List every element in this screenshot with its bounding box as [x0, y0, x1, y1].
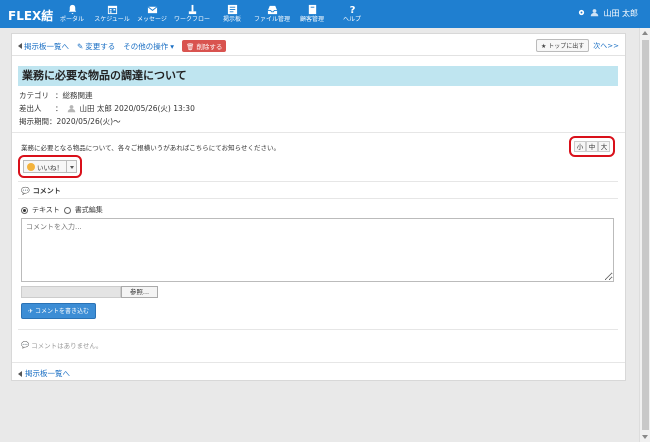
comments-icon: 💬: [21, 341, 30, 349]
bell-icon: [52, 2, 92, 16]
like-button[interactable]: いいね！: [23, 160, 67, 173]
category-value: ：総務関連: [55, 91, 93, 100]
no-comments-message: 💬 コメントはありません。: [21, 341, 103, 350]
scrollbar-thumb[interactable]: [642, 40, 649, 430]
edit-link[interactable]: ✎ 変更する: [77, 41, 115, 52]
comments-icon: 💬: [21, 187, 30, 195]
smile-icon: [27, 162, 35, 171]
divider: [18, 329, 618, 330]
back-to-list-link[interactable]: 掲示板一覧へ: [18, 41, 69, 52]
like-dropdown-toggle[interactable]: [67, 160, 77, 173]
post-detail-card: 掲示板一覧へ ✎ 変更する その他の操作 ▾ 🗑 削除する ★ トップに出す 次…: [11, 33, 626, 381]
text-mode-label[interactable]: テキスト: [32, 205, 60, 215]
nav-board[interactable]: 掲示板: [212, 2, 252, 26]
browse-button[interactable]: 参照...: [121, 286, 158, 298]
settings-icon[interactable]: [577, 8, 586, 19]
period-label: 掲示期間: [19, 117, 49, 126]
top-nav-bar: FLEX結 ポータル スケジュール メッセージ ワークフロー 掲示板 ファイル管…: [0, 0, 650, 28]
page-scrollbar[interactable]: [639, 28, 650, 442]
scroll-up-icon[interactable]: [642, 31, 648, 35]
nav-message[interactable]: メッセージ: [132, 2, 172, 26]
other-actions-dropdown[interactable]: その他の操作 ▾: [123, 41, 174, 52]
comment-section-heading: 💬 コメント: [21, 187, 61, 195]
caret-left-icon: [18, 43, 22, 49]
pin-to-top-button[interactable]: ★ トップに出す: [535, 39, 590, 52]
font-size-large-button[interactable]: 大: [598, 141, 610, 152]
period-value: ：2020/05/26(火)〜: [49, 117, 121, 126]
main-nav: ポータル スケジュール メッセージ ワークフロー 掲示板 ファイル管理 顧客管理…: [52, 2, 372, 26]
board-icon: [212, 2, 252, 16]
font-size-small-button[interactable]: 小: [574, 141, 586, 152]
question-icon: ?: [332, 2, 372, 16]
sender-label: 差出人: [19, 104, 42, 113]
send-icon: ✈: [28, 308, 34, 315]
nav-workflow[interactable]: ワークフロー: [172, 2, 212, 26]
text-mode-radio[interactable]: [21, 206, 28, 214]
scroll-down-icon[interactable]: [642, 435, 648, 439]
post-title-bar: 業務に必要な物品の調達について: [18, 66, 618, 86]
post-toolbar: 掲示板一覧へ ✎ 変更する その他の操作 ▾ 🗑 削除する ★ トップに出す 次…: [12, 34, 625, 56]
svg-text:?: ?: [349, 5, 355, 15]
comment-mode-selector: テキスト 書式編集: [21, 205, 103, 215]
font-size-medium-button[interactable]: 中: [586, 141, 598, 152]
book-icon: [292, 2, 332, 16]
rich-mode-label[interactable]: 書式編集: [75, 205, 103, 215]
brand-logo[interactable]: FLEX結: [8, 7, 53, 24]
font-size-switcher: 小 中 大: [569, 136, 615, 157]
delete-button[interactable]: 🗑 削除する: [182, 40, 227, 52]
calendar-icon: [92, 2, 132, 16]
like-control: いいね！: [18, 155, 82, 178]
back-to-list-link-bottom[interactable]: 掲示板一覧へ: [18, 368, 70, 379]
post-body: 業務に必要となる物品について、各々ご根横いうがあればこちらにてお知らせください。: [21, 144, 280, 152]
inbox-icon: [252, 2, 292, 16]
nav-portal[interactable]: ポータル: [52, 2, 92, 26]
next-post-link[interactable]: 次へ>>: [593, 41, 619, 51]
workflow-icon: [172, 2, 212, 16]
sender-value[interactable]: 山田 太郎 2020/05/26(火) 13:30: [80, 102, 195, 115]
attachment-path-field[interactable]: [21, 286, 121, 298]
user-menu[interactable]: 山田 太郎: [577, 8, 638, 19]
divider: [12, 362, 625, 363]
user-avatar-icon: [590, 8, 599, 19]
divider: [12, 132, 625, 133]
nav-customers[interactable]: 顧客管理: [292, 2, 332, 26]
chevron-down-icon: ▾: [170, 41, 175, 51]
envelope-icon: [132, 2, 172, 16]
nav-schedule[interactable]: スケジュール: [92, 2, 132, 26]
divider: [18, 181, 618, 182]
sender-avatar-icon: [67, 104, 76, 113]
comment-input[interactable]: [21, 218, 614, 282]
edit-icon: ✎: [77, 41, 84, 51]
divider: [18, 198, 618, 199]
trash-icon: 🗑: [186, 43, 195, 51]
post-meta: カテゴリ ：総務関連 差出人 ： 山田 太郎 2020/05/26(火) 13:…: [19, 91, 195, 126]
category-label: カテゴリ: [19, 91, 49, 100]
star-icon: ★: [540, 43, 547, 50]
post-comment-button[interactable]: ✈ コメントを書き込む: [21, 303, 96, 319]
nav-files[interactable]: ファイル管理: [252, 2, 292, 26]
rich-mode-radio[interactable]: [63, 206, 71, 214]
nav-help[interactable]: ? ヘルプ: [332, 2, 372, 26]
post-title: 業務に必要な物品の調達について: [22, 69, 187, 82]
user-name: 山田 太郎: [603, 9, 638, 18]
caret-left-icon: [18, 370, 22, 377]
